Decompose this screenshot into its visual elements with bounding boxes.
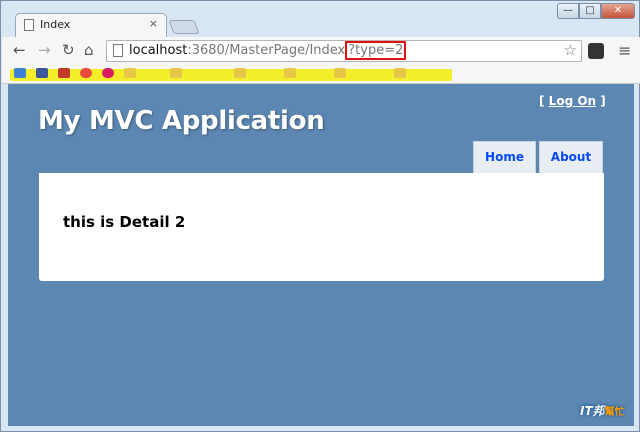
close-window-button[interactable]: ✕ xyxy=(601,3,635,19)
bookmark-icon[interactable] xyxy=(58,68,70,78)
new-tab-button[interactable] xyxy=(168,20,200,34)
login-bracket-open: [ xyxy=(539,94,545,108)
site-title: My MVC Application xyxy=(38,106,325,136)
bookmark-icon[interactable] xyxy=(14,68,26,78)
address-bar[interactable]: localhost:3680/MasterPage/Index ?type=2 ☆ xyxy=(106,40,582,62)
bookmark-icon[interactable] xyxy=(36,68,48,78)
browser-window: Index × — □ ✕ ← → ↻ ⌂ localhost:3680/Mas… xyxy=(0,0,640,432)
bookmark-icon[interactable] xyxy=(102,68,114,78)
title-bar: Index × — □ ✕ xyxy=(1,1,640,37)
page-icon xyxy=(24,19,34,31)
bookmark-star-icon[interactable]: ☆ xyxy=(564,41,577,59)
url-text: localhost:3680/MasterPage/Index ?type=2 xyxy=(129,41,407,60)
browser-tab[interactable]: Index × xyxy=(15,13,167,37)
close-icon[interactable]: × xyxy=(149,17,158,30)
browser-toolbar: ← → ↻ ⌂ localhost:3680/MasterPage/Index?… xyxy=(2,37,640,65)
login-bracket-close: ] xyxy=(600,94,606,108)
url-path: :3680/MasterPage/Index xyxy=(187,43,346,58)
folder-icon[interactable] xyxy=(124,68,136,78)
watermark-right: 幫忙 xyxy=(604,407,625,418)
extension-icon[interactable] xyxy=(588,43,604,59)
url-query: ?type=2 xyxy=(345,41,407,60)
bookmarks-bar xyxy=(2,65,640,84)
back-arrow-icon[interactable]: ← xyxy=(13,41,26,59)
maximize-button[interactable]: □ xyxy=(579,3,601,19)
home-icon[interactable]: ⌂ xyxy=(84,41,94,59)
reload-icon[interactable]: ↻ xyxy=(62,41,75,59)
url-host: localhost xyxy=(129,43,188,58)
folder-icon[interactable] xyxy=(170,68,182,78)
minimize-button[interactable]: — xyxy=(557,3,579,19)
tab-title: Index xyxy=(40,18,71,31)
login-display: [ Log On ] xyxy=(539,94,606,108)
page-icon xyxy=(113,44,123,57)
folder-icon[interactable] xyxy=(234,68,246,78)
site-watermark: IT邦幫忙 xyxy=(580,402,625,419)
bookmarks-highlight xyxy=(10,69,452,81)
forward-arrow-icon[interactable]: → xyxy=(38,41,51,59)
content-text: this is Detail 2 xyxy=(63,213,186,231)
folder-icon[interactable] xyxy=(284,68,296,78)
page-viewport: My MVC Application [ Log On ] Home About… xyxy=(8,84,634,426)
menu-item-home[interactable]: Home xyxy=(473,141,536,173)
log-on-link[interactable]: Log On xyxy=(549,94,596,108)
menu-icon[interactable]: ≡ xyxy=(618,41,631,60)
bookmark-icon[interactable] xyxy=(80,68,92,78)
main-content: this is Detail 2 xyxy=(39,173,604,281)
folder-icon[interactable] xyxy=(334,68,346,78)
folder-icon[interactable] xyxy=(394,68,406,78)
watermark-left: IT邦 xyxy=(580,404,605,418)
menu-item-about[interactable]: About xyxy=(539,141,603,173)
